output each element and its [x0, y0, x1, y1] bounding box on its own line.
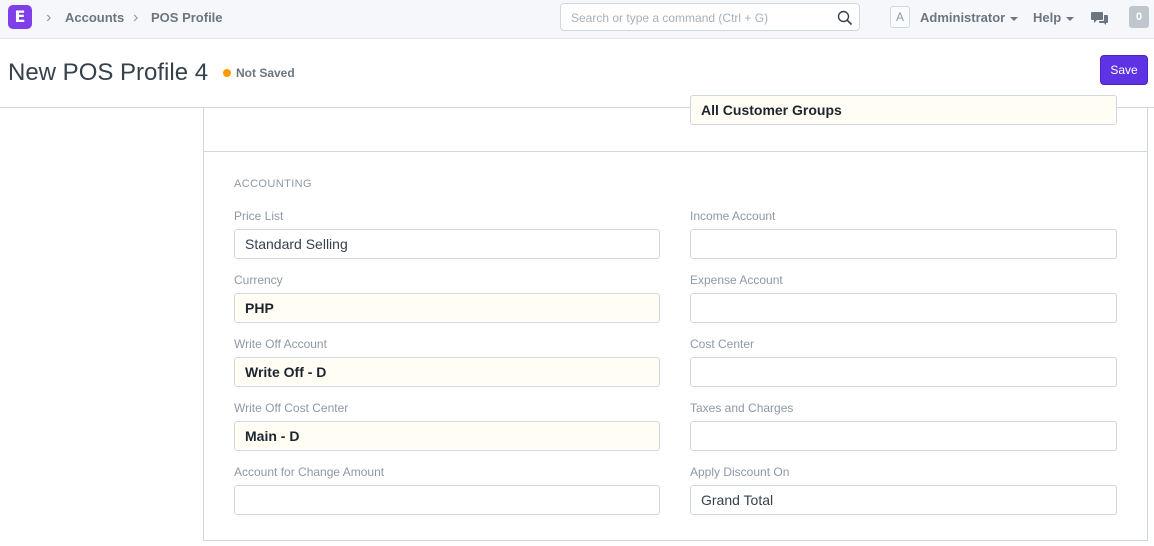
section-divider: [204, 151, 1147, 152]
account-for-change-amount-label: Account for Change Amount: [234, 465, 385, 479]
taxes-and-charges-field[interactable]: [690, 421, 1117, 451]
taxes-and-charges-label: Taxes and Charges: [690, 401, 794, 415]
user-avatar[interactable]: A: [890, 6, 910, 28]
status-indicator: Not Saved: [223, 66, 295, 80]
chat-icon[interactable]: [1091, 10, 1109, 26]
notification-badge[interactable]: 0: [1129, 6, 1149, 28]
navbar: E › Accounts › POS Profile A Administrat…: [0, 0, 1154, 39]
write-off-cost-center-field[interactable]: Main - D: [234, 421, 660, 451]
status-label: Not Saved: [236, 66, 295, 80]
help-menu[interactable]: Help: [1033, 10, 1075, 26]
search-input[interactable]: [571, 9, 833, 27]
price-list-label: Price List: [234, 209, 284, 223]
search-icon[interactable]: [837, 10, 853, 26]
chevron-right-icon: ›: [133, 9, 139, 26]
section-heading-accounting: ACCOUNTING: [234, 178, 312, 190]
income-account-label: Income Account: [690, 209, 776, 223]
caret-down-icon: [1066, 16, 1075, 21]
user-menu-label: Administrator: [920, 10, 1006, 25]
income-account-field[interactable]: [690, 229, 1117, 259]
expense-account-field[interactable]: [690, 293, 1117, 323]
app-logo[interactable]: E: [8, 5, 32, 29]
account-for-change-amount-field[interactable]: [234, 485, 660, 515]
form-layout: All Customer Groups ACCOUNTING Price Lis…: [203, 95, 1148, 541]
breadcrumb-pos-profile[interactable]: POS Profile: [151, 10, 223, 26]
customer-group-field[interactable]: All Customer Groups: [690, 95, 1117, 125]
page-title: New POS Profile 4: [8, 59, 209, 86]
chevron-right-icon: ›: [46, 9, 52, 26]
status-dot: [223, 69, 231, 77]
write-off-account-label: Write Off Account: [234, 337, 327, 351]
apply-discount-on-select[interactable]: Grand Total: [690, 485, 1117, 515]
write-off-cost-center-label: Write Off Cost Center: [234, 401, 349, 415]
help-menu-label: Help: [1033, 10, 1062, 25]
price-list-field[interactable]: Standard Selling: [234, 229, 660, 259]
cost-center-label: Cost Center: [690, 337, 755, 351]
currency-field[interactable]: PHP: [234, 293, 660, 323]
breadcrumb-accounts[interactable]: Accounts: [65, 10, 124, 26]
write-off-account-field[interactable]: Write Off - D: [234, 357, 660, 387]
caret-down-icon: [1010, 16, 1019, 21]
save-button[interactable]: Save: [1100, 55, 1148, 85]
cost-center-field[interactable]: [690, 357, 1117, 387]
expense-account-label: Expense Account: [690, 273, 783, 287]
user-menu[interactable]: Administrator: [920, 10, 1019, 26]
awesomebar: [560, 3, 860, 31]
currency-label: Currency: [234, 273, 283, 287]
apply-discount-on-label: Apply Discount On: [690, 465, 790, 479]
